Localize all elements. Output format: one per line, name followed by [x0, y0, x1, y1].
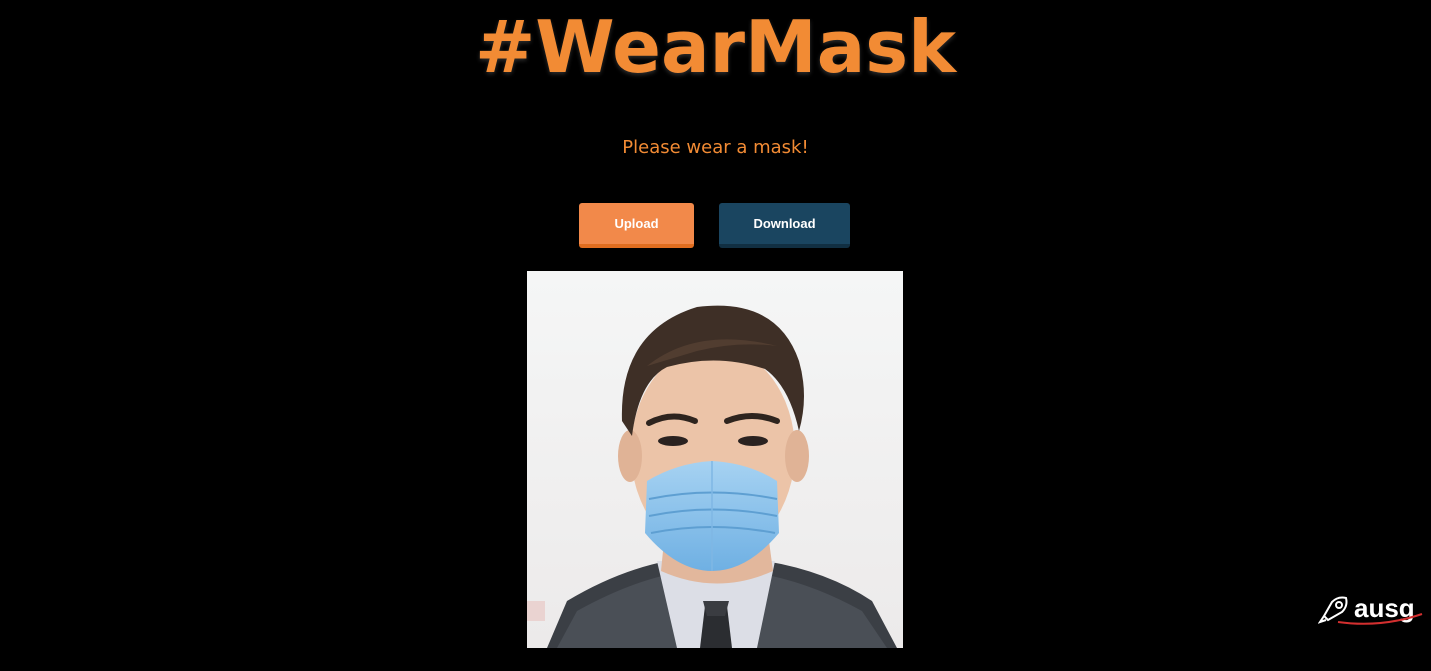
page-subtitle: Please wear a mask! [622, 137, 809, 158]
swoosh-icon [1337, 613, 1423, 625]
page-title: #WearMask [474, 5, 957, 89]
ausg-watermark: ausg [1318, 592, 1426, 628]
result-image [527, 271, 903, 648]
download-button[interactable]: Download [719, 203, 850, 248]
upload-button[interactable]: Upload [579, 203, 694, 248]
